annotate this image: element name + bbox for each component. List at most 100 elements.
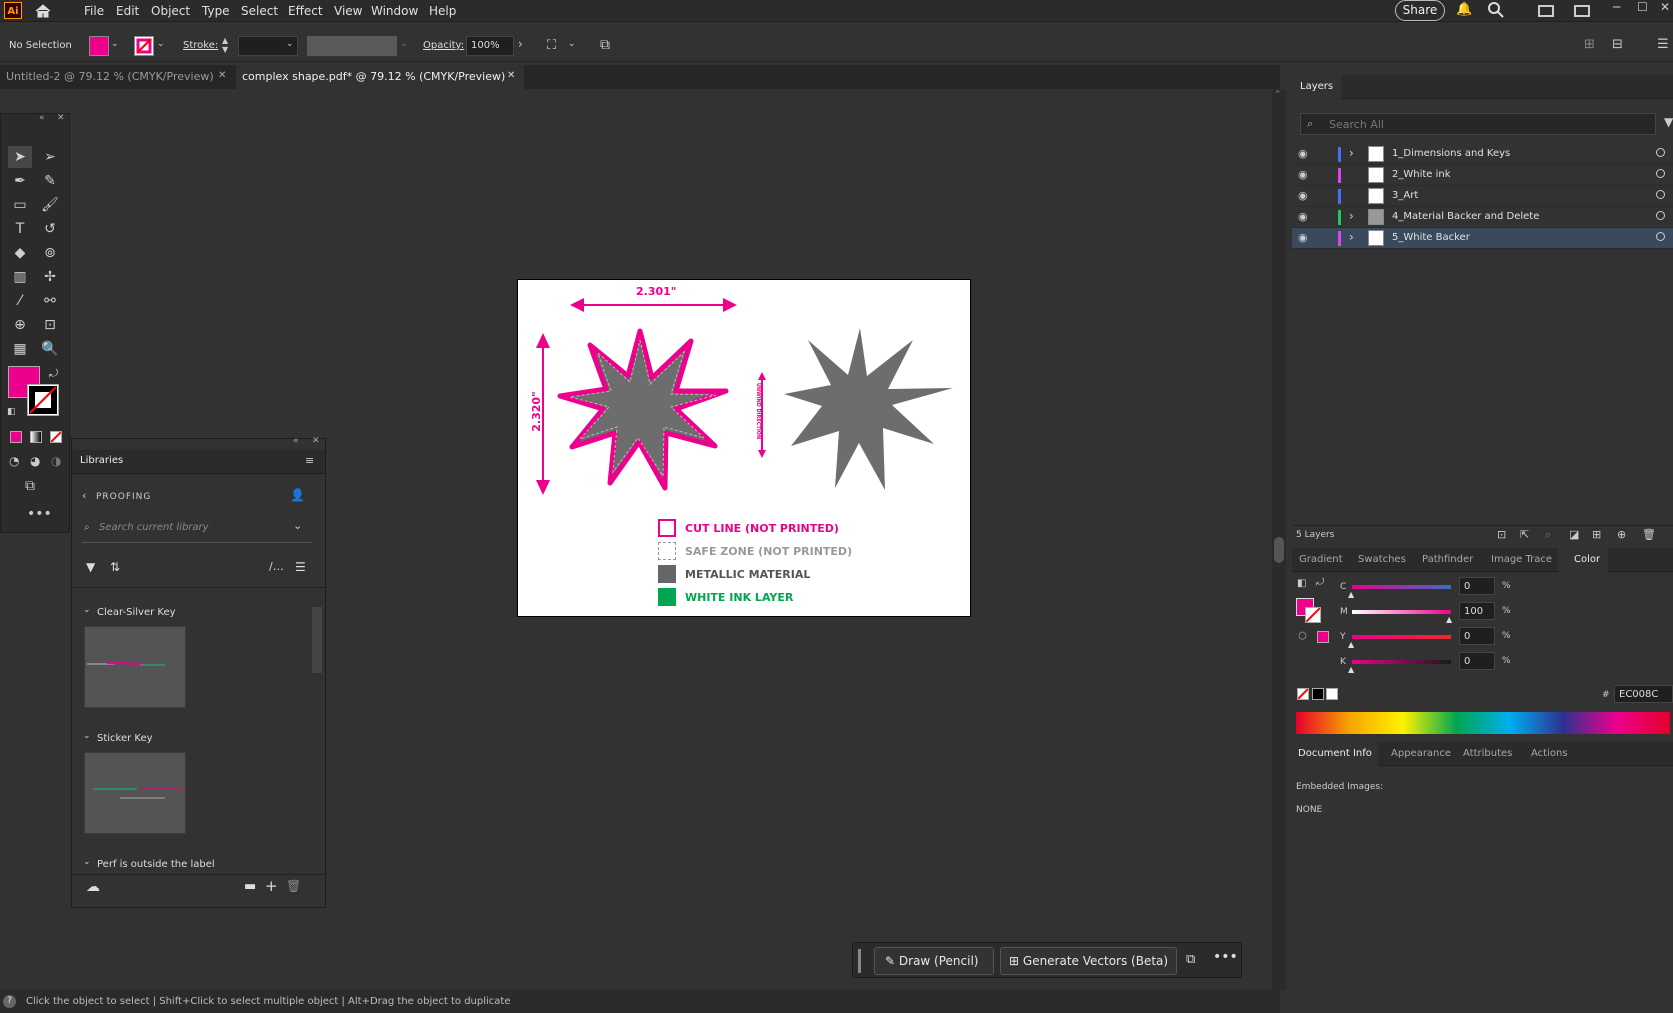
scrollbar[interactable] xyxy=(312,607,322,673)
add-content-icon[interactable]: /… xyxy=(269,560,284,573)
bell-icon[interactable]: 🔔 xyxy=(1456,2,1472,18)
gradient-mode-icon[interactable] xyxy=(30,431,42,443)
default-colors-icon[interactable]: ◧ xyxy=(1297,578,1306,589)
opacity-input[interactable]: 100% xyxy=(466,36,514,56)
home-icon[interactable] xyxy=(34,2,52,20)
group-header-sticker-key[interactable]: Sticker Key xyxy=(97,733,153,744)
selection-tool-icon[interactable]: ➤ xyxy=(8,146,32,168)
curvature-tool-icon[interactable]: ✎ xyxy=(38,170,62,192)
layer-name[interactable]: 4_Material Backer and Delete xyxy=(1392,211,1539,222)
chevron-down-icon[interactable]: ⌄ xyxy=(157,39,165,49)
none-mode-icon[interactable] xyxy=(50,431,62,443)
menu-object[interactable]: Object xyxy=(151,0,190,22)
color-mode-icon[interactable] xyxy=(10,431,22,443)
panel-menu-icon[interactable]: ☰ xyxy=(1657,37,1669,52)
tab-color[interactable]: Color xyxy=(1558,548,1609,572)
draw-inside-icon[interactable]: ◑ xyxy=(51,454,61,468)
filter-icon[interactable]: ▼ xyxy=(1664,115,1673,129)
chevron-down-icon[interactable]: ⌄ xyxy=(286,39,294,49)
close-icon[interactable]: ✕ xyxy=(507,70,515,81)
close-icon[interactable]: ✕ xyxy=(218,70,226,81)
expand-icon[interactable]: › xyxy=(1349,146,1354,160)
slider-thumb[interactable]: ▲ xyxy=(1348,590,1354,599)
menu-effect[interactable]: Effect xyxy=(288,0,323,22)
blend-tool-icon[interactable]: ⚯ xyxy=(38,290,62,312)
tab-swatches[interactable]: Swatches xyxy=(1358,548,1406,572)
cloud-icon[interactable]: ☁ xyxy=(86,879,100,895)
layer-row[interactable]: ◉ 3_Art xyxy=(1292,186,1673,207)
layer-name[interactable]: 3_Art xyxy=(1392,190,1418,201)
tab-complex-shape[interactable]: complex shape.pdf* @ 79.12 % (CMYK/Previ… xyxy=(236,65,524,89)
help-icon[interactable]: ? xyxy=(3,995,16,1008)
group-header-clear-silver[interactable]: Clear-Silver Key xyxy=(97,607,176,618)
paintbrush-tool-icon[interactable]: 🖌 xyxy=(38,194,62,216)
target-icon[interactable] xyxy=(1656,232,1665,241)
tab-attributes[interactable]: Attributes xyxy=(1463,742,1512,766)
star-metallic[interactable] xyxy=(784,328,953,490)
cyan-input[interactable]: 0 xyxy=(1459,577,1495,595)
folder-icon[interactable]: ▬ xyxy=(244,879,256,894)
library-search-input[interactable]: Search current library xyxy=(99,522,289,533)
layer-row[interactable]: ◉ 2_White ink xyxy=(1292,165,1673,186)
slider-thumb[interactable]: ▲ xyxy=(1446,615,1452,624)
stroke-label[interactable]: Stroke: xyxy=(183,40,218,51)
draw-pencil-button[interactable]: ✎ Draw (Pencil) xyxy=(874,947,994,975)
close-icon[interactable]: ✕ xyxy=(1660,0,1670,14)
tab-pathfinder[interactable]: Pathfinder xyxy=(1422,548,1473,572)
pen-tool-icon[interactable]: ✒ xyxy=(8,170,32,192)
black-input[interactable]: 0 xyxy=(1459,652,1495,670)
layer-row[interactable]: ◉ › 5_White Backer xyxy=(1292,228,1673,249)
stroke-color-swatch[interactable] xyxy=(27,384,59,416)
layer-row[interactable]: ◉ › 4_Material Backer and Delete xyxy=(1292,207,1673,228)
menu-help[interactable]: Help xyxy=(429,0,456,22)
draw-normal-icon[interactable]: ◔ xyxy=(9,454,19,468)
chevron-down-icon[interactable]: ⌄ xyxy=(83,857,91,867)
white-swatch[interactable] xyxy=(1326,688,1338,700)
chevron-right-icon[interactable]: › xyxy=(518,37,523,51)
yellow-slider[interactable] xyxy=(1352,635,1451,639)
tab-gradient[interactable]: Gradient xyxy=(1299,548,1343,572)
align-icon[interactable]: ⊞ xyxy=(1584,37,1595,52)
direct-selection-tool-icon[interactable]: ➢ xyxy=(38,146,62,168)
image-icon[interactable]: ⧉ xyxy=(1186,952,1195,967)
chevron-down-icon[interactable]: ⌄ xyxy=(111,39,119,49)
trash-icon[interactable]: 🗑 xyxy=(286,879,301,893)
rotate-tool-icon[interactable]: ↺ xyxy=(38,218,62,240)
stroke-swatch[interactable] xyxy=(1305,607,1321,623)
menu-select[interactable]: Select xyxy=(241,0,278,22)
yellow-input[interactable]: 0 xyxy=(1459,627,1495,645)
none-swatch[interactable] xyxy=(1297,688,1309,700)
magenta-slider[interactable] xyxy=(1352,610,1451,614)
visibility-eye-icon[interactable]: ◉ xyxy=(1298,210,1308,223)
star-with-cut-line[interactable] xyxy=(557,328,729,491)
shape-builder-tool-icon[interactable]: ⊕ xyxy=(8,314,32,336)
swap-icon[interactable]: ⤾ xyxy=(1316,577,1324,588)
search-icon[interactable] xyxy=(1487,1,1505,19)
slider-thumb[interactable]: ▲ xyxy=(1348,665,1354,674)
visibility-eye-icon[interactable]: ◉ xyxy=(1298,189,1308,202)
artboard-tool-icon[interactable]: ⊡ xyxy=(38,314,62,336)
library-breadcrumb[interactable]: PROOFING xyxy=(96,492,151,502)
chevron-down-icon[interactable]: ⌄ xyxy=(83,731,91,741)
zoom-tool-icon[interactable]: 🔍 xyxy=(38,338,62,360)
menu-file[interactable]: File xyxy=(84,0,104,22)
opacity-label[interactable]: Opacity: xyxy=(423,40,464,51)
chevron-down-icon[interactable]: ⌄ xyxy=(568,39,576,49)
magenta-input[interactable]: 100 xyxy=(1459,602,1495,620)
close-icon[interactable]: ✕ xyxy=(312,436,320,446)
clipping-mask-icon[interactable]: ◪ xyxy=(1569,528,1579,541)
color-spectrum[interactable] xyxy=(1296,712,1670,734)
black-slider[interactable] xyxy=(1352,660,1451,664)
sort-icon[interactable]: ⇅ xyxy=(110,560,120,574)
target-icon[interactable] xyxy=(1656,148,1665,157)
export-icon[interactable]: ⇱ xyxy=(1520,528,1529,541)
black-swatch[interactable] xyxy=(1312,688,1324,700)
rectangle-tool-icon[interactable]: ▭ xyxy=(8,194,32,216)
share-button[interactable]: Share xyxy=(1395,0,1445,21)
draw-behind-icon[interactable]: ◕ xyxy=(30,454,40,468)
minimize-icon[interactable]: ─ xyxy=(1613,0,1620,14)
tab-untitled[interactable]: Untitled-2 @ 79.12 % (CMYK/Preview) xyxy=(0,65,220,89)
recolor-icon[interactable]: ⛶ xyxy=(547,38,556,53)
layer-name[interactable]: 1_Dimensions and Keys xyxy=(1392,148,1510,159)
variable-width-profile[interactable] xyxy=(307,36,397,56)
